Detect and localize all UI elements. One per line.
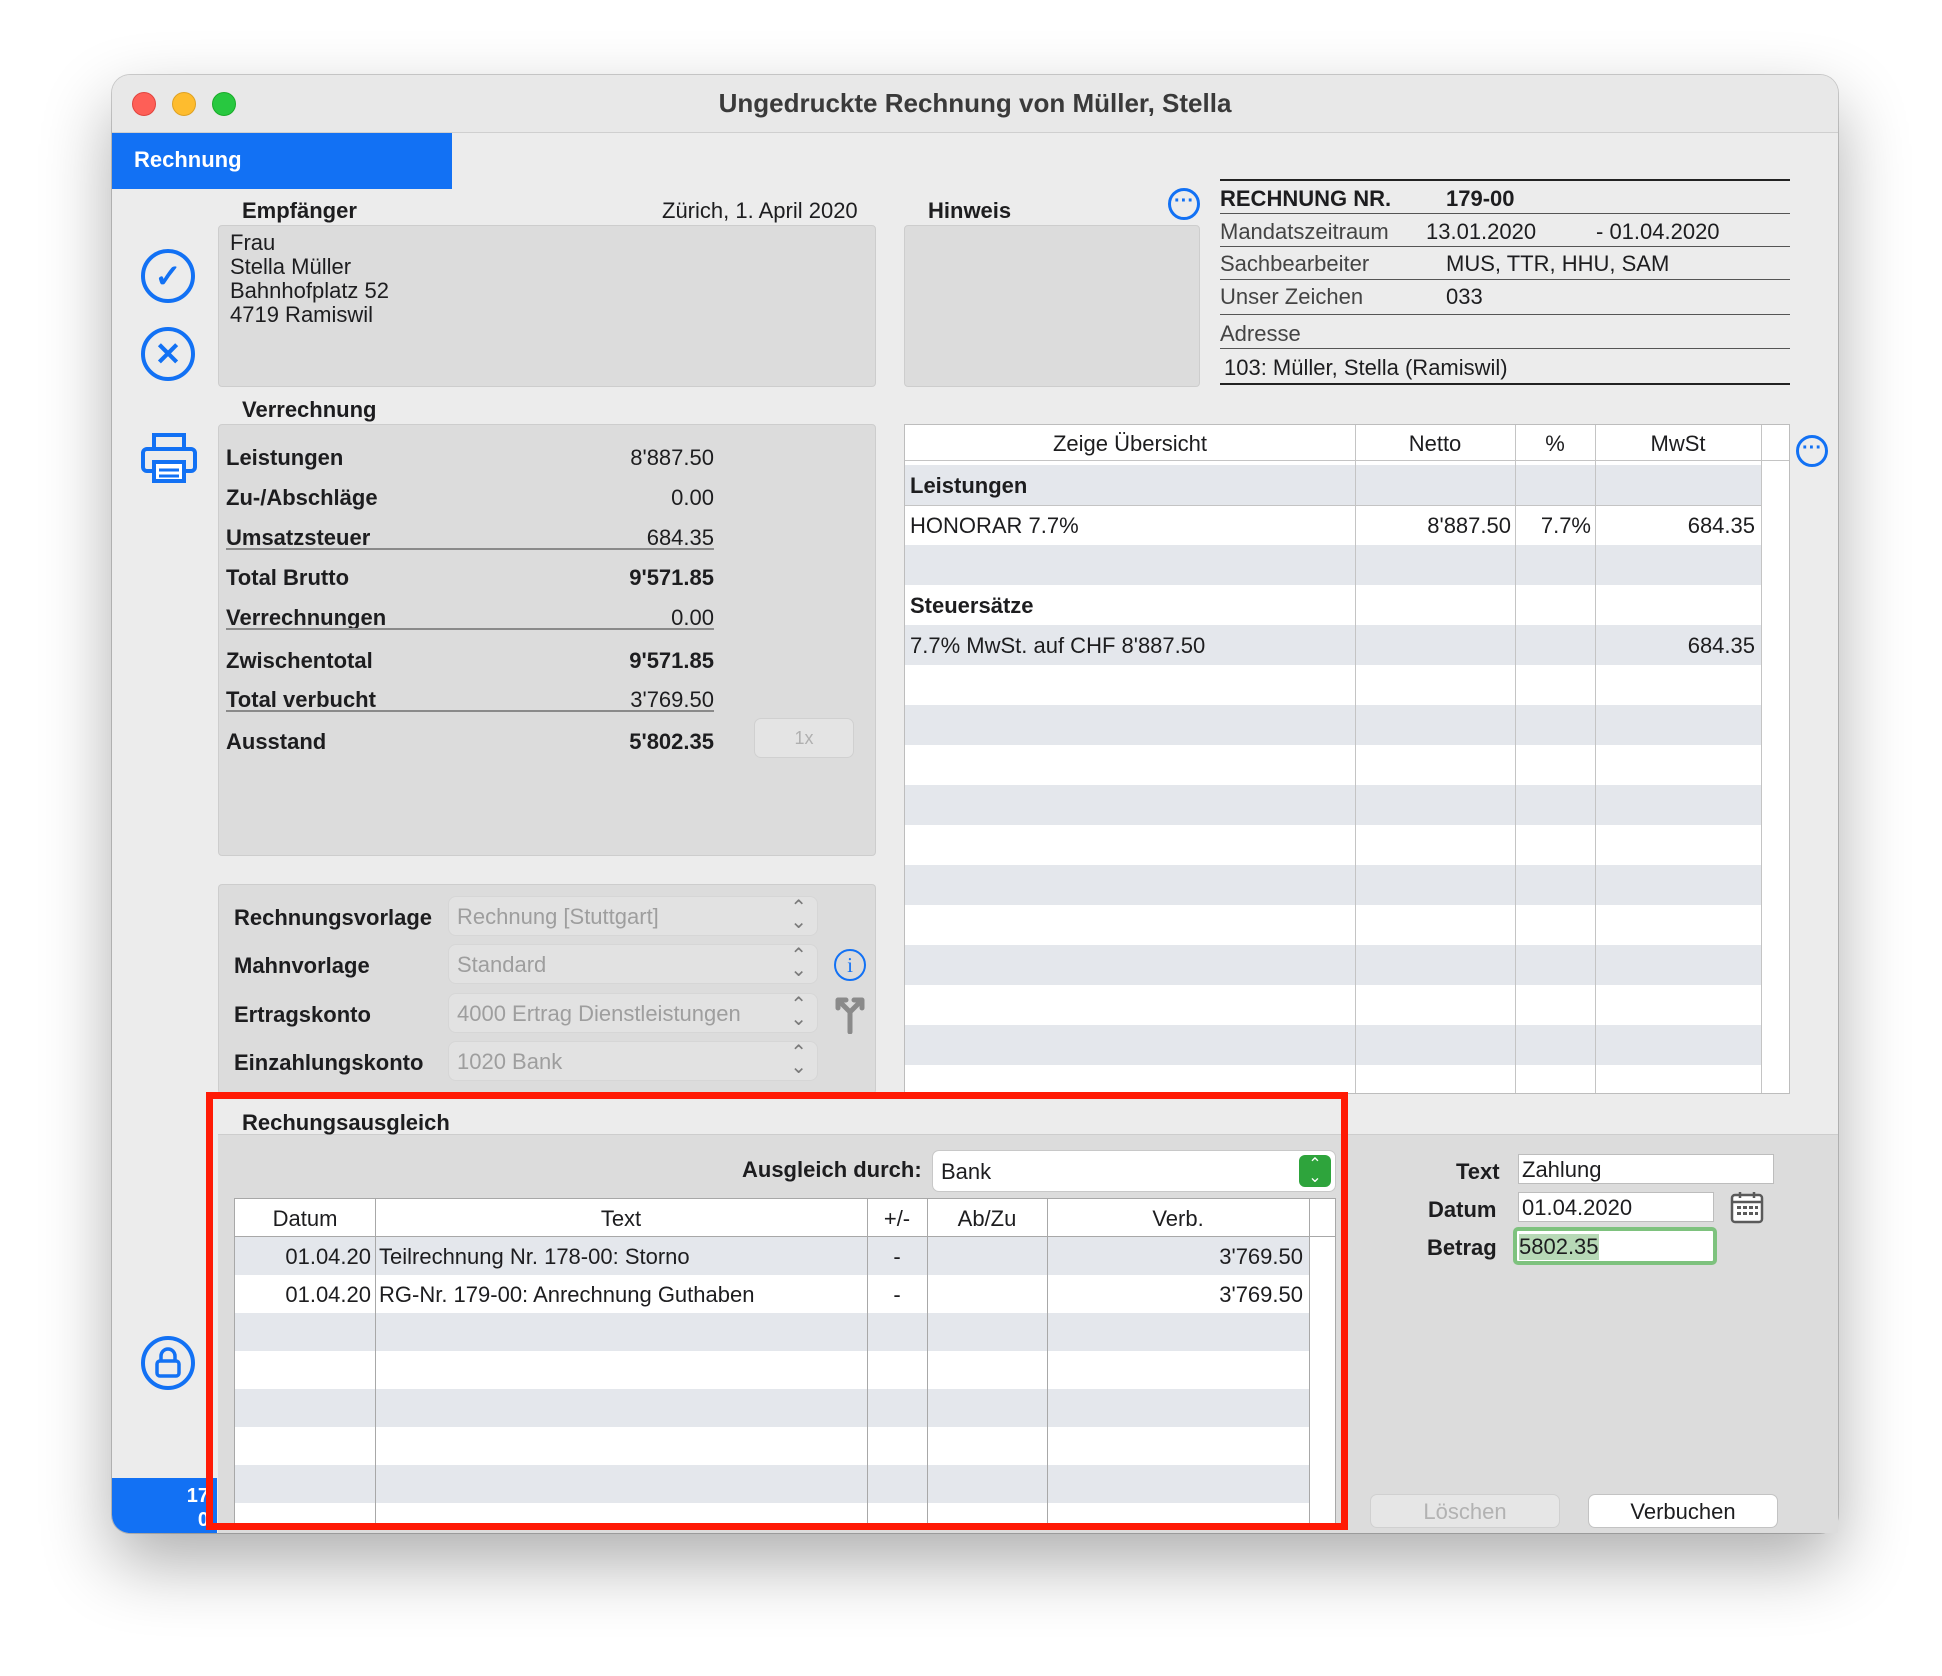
datum-input[interactable]: 01.04.2020 [1518,1192,1714,1222]
datum-label: Datum [1428,1197,1497,1222]
table-row [905,905,1761,945]
table-row [905,465,1761,505]
rechnungsvorlage-select[interactable]: Rechnung [Stuttgart] ⌃ ⌄ [448,896,818,936]
invoice-nr-value: 179-00 [1446,186,1515,211]
info-divider [1220,348,1790,349]
hinweis-box[interactable] [904,225,1200,387]
invoice-nr-label: RECHNUNG NR. [1220,186,1392,211]
verrechnung-row: Zwischentotal 9'571.85 [226,648,714,673]
table-row [905,1065,1761,1093]
table-row [905,825,1761,865]
table-row [905,865,1761,905]
adresse-value: 103: Müller, Stella (Ramiswil) [1224,355,1508,380]
verrechnung-row: Zu-/Abschläge 0.00 [226,485,714,510]
section-steuersaetze: Steuersätze [910,593,1034,618]
table-row [905,705,1761,745]
status-line-1: 17 [186,1485,209,1507]
status-badge: 17 0 [112,1478,217,1533]
ertragskonto-select[interactable]: 4000 Ertrag Dienstleistungen ⌃ ⌄ [448,993,818,1033]
split-arrows-icon[interactable] [830,994,870,1035]
info-divider [1220,314,1790,315]
info-divider [1220,179,1790,181]
info-divider [1220,383,1790,385]
empfaenger-label: Empfänger [242,198,357,223]
mandat-to: - 01.04.2020 [1596,219,1720,244]
betrag-value: 5802.35 [1519,1234,1599,1260]
repeat-1x-button[interactable]: 1x [754,718,854,758]
overview-more-icon[interactable]: ··· [1796,435,1828,467]
verrechnung-row: Ausstand 5'802.35 [226,729,714,754]
address-line: Bahnhofplatz 52 [230,278,390,303]
steuer-text: 7.7% MwSt. auf CHF 8'887.50 [910,633,1206,658]
steuer-mwst: 684.35 [1687,633,1755,658]
table-row [905,985,1761,1025]
sum-divider [226,548,714,550]
address-line: Frau [230,230,276,255]
cancel-x-icon[interactable]: ✕ [141,327,195,381]
section-leistungen: Leistungen [910,473,1028,498]
column-header[interactable]: Zeige Übersicht [905,431,1355,457]
table-row [905,785,1761,825]
printer-icon[interactable] [140,432,198,484]
address-line: Stella Müller [230,254,352,279]
overview-table: Zeige Übersicht Netto % MwSt Leistungen … [904,424,1790,1094]
recipient-address-box[interactable]: Frau Stella Müller Bahnhofplatz 52 4719 … [218,225,876,387]
table-row [905,1025,1761,1065]
mahnvorlage-select[interactable]: Standard ⌃ ⌄ [448,944,818,984]
sum-divider [226,710,714,712]
einzahlungskonto-label: Einzahlungskonto [234,1050,424,1075]
verbuchen-button[interactable]: Verbuchen [1588,1494,1778,1528]
verrechnung-label: Verrechnung [242,397,377,422]
mahnvorlage-label: Mahnvorlage [234,953,370,978]
mandat-label: Mandatszeitraum [1220,219,1389,244]
unser-zeichen-value: 033 [1446,284,1483,309]
verrechnung-row: Leistungen 8'887.50 [226,445,714,470]
betrag-label: Betrag [1427,1235,1497,1260]
adresse-label: Adresse [1220,321,1301,346]
info-divider [1220,213,1790,214]
calendar-icon[interactable] [1730,1190,1764,1224]
sum-divider [226,628,714,630]
hinweis-label: Hinweis [928,198,1012,223]
table-row [905,945,1761,985]
tab-rechnung[interactable]: Rechnung [112,133,452,189]
hinweis-more-icon[interactable]: ··· [1168,188,1200,220]
ertragskonto-label: Ertragskonto [234,1002,371,1027]
confirm-check-icon[interactable]: ✓ [141,249,195,303]
text-input[interactable]: Zahlung [1518,1154,1774,1184]
invoice-date-line: Zürich, 1. April 2020 [662,198,858,223]
column-header[interactable]: % [1515,431,1595,457]
sachbearbeiter-label: Sachbearbeiter [1220,251,1370,276]
table-row [905,745,1761,785]
window-title: Ungedruckte Rechnung von Müller, Stella [718,88,1232,118]
honorar-netto: 8'887.50 [1427,513,1511,538]
info-divider [1220,279,1790,280]
lock-icon[interactable] [141,1336,195,1390]
honorar-mwst: 684.35 [1687,513,1755,538]
honorar-pct: 7.7% [1540,513,1591,538]
betrag-input[interactable]: 5802.35 [1513,1227,1717,1265]
status-line-2: 0 [197,1509,209,1531]
sachbearbeiter-value: MUS, TTR, HHU, SAM [1446,251,1670,276]
loeschen-button[interactable]: Löschen [1370,1494,1560,1528]
verrechnung-row: Total Brutto 9'571.85 [226,565,714,590]
rechnungsvorlage-label: Rechnungsvorlage [234,905,433,930]
mandat-from: 13.01.2020 [1426,219,1537,244]
highlight-frame [206,1092,1348,1530]
info-icon[interactable]: i [834,949,866,981]
text-label: Text [1456,1159,1500,1184]
unser-zeichen-label: Unser Zeichen [1220,284,1364,309]
einzahlungskonto-select[interactable]: 1020 Bank ⌃ ⌄ [448,1041,818,1081]
title-bar: Ungedruckte Rechnung von Müller, Stella [112,75,1838,133]
column-header[interactable]: MwSt [1595,431,1761,457]
table-row [905,545,1761,585]
table-row [905,665,1761,705]
column-header[interactable]: Netto [1355,431,1515,457]
address-line: 4719 Ramiswil [230,302,374,327]
honorar-text: HONORAR 7.7% [910,513,1079,538]
info-divider [1220,246,1790,247]
column-divider [1761,425,1762,1093]
